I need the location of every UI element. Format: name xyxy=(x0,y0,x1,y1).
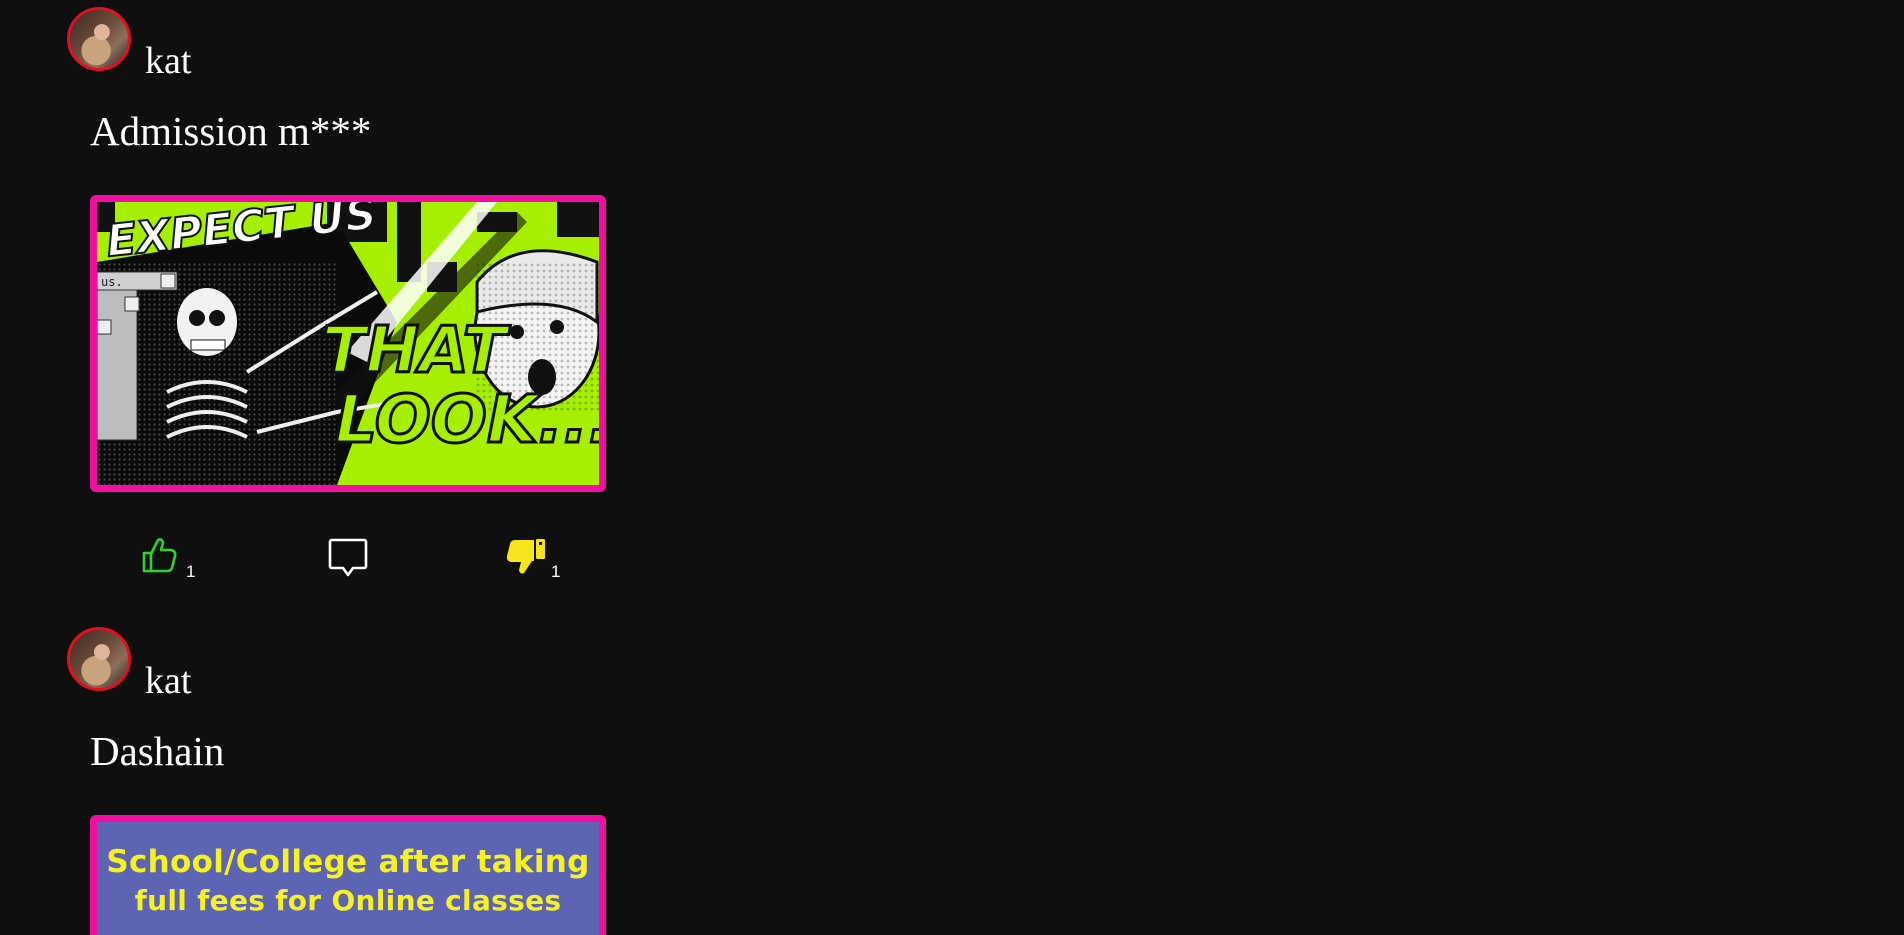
avatar[interactable] xyxy=(67,627,131,691)
post-actions: 1 1 xyxy=(90,532,606,582)
comment-bubble-icon xyxy=(328,538,368,577)
banner-text-line: full fees for Online classes xyxy=(134,884,562,917)
post-image[interactable]: School/College after taking full fees fo… xyxy=(90,815,606,935)
dislike-count: 1 xyxy=(551,562,561,581)
post-caption: Dashain xyxy=(90,728,225,774)
svg-text:us.: us. xyxy=(101,275,123,289)
image-text-that: THAT xyxy=(322,314,511,388)
post-username[interactable]: kat xyxy=(145,36,191,86)
post-caption: Admission m*** xyxy=(90,108,372,154)
avatar[interactable] xyxy=(67,7,131,71)
thumbs-up-icon xyxy=(142,538,177,573)
like-count: 1 xyxy=(186,562,196,581)
thumbs-down-icon xyxy=(506,539,545,574)
post-image[interactable]: us. EXPECT US THAT LOOK... xyxy=(90,195,606,492)
post-username[interactable]: kat xyxy=(145,656,191,706)
banner-text-line: School/College after taking xyxy=(106,844,590,880)
image-text-look: LOOK... xyxy=(335,381,599,458)
